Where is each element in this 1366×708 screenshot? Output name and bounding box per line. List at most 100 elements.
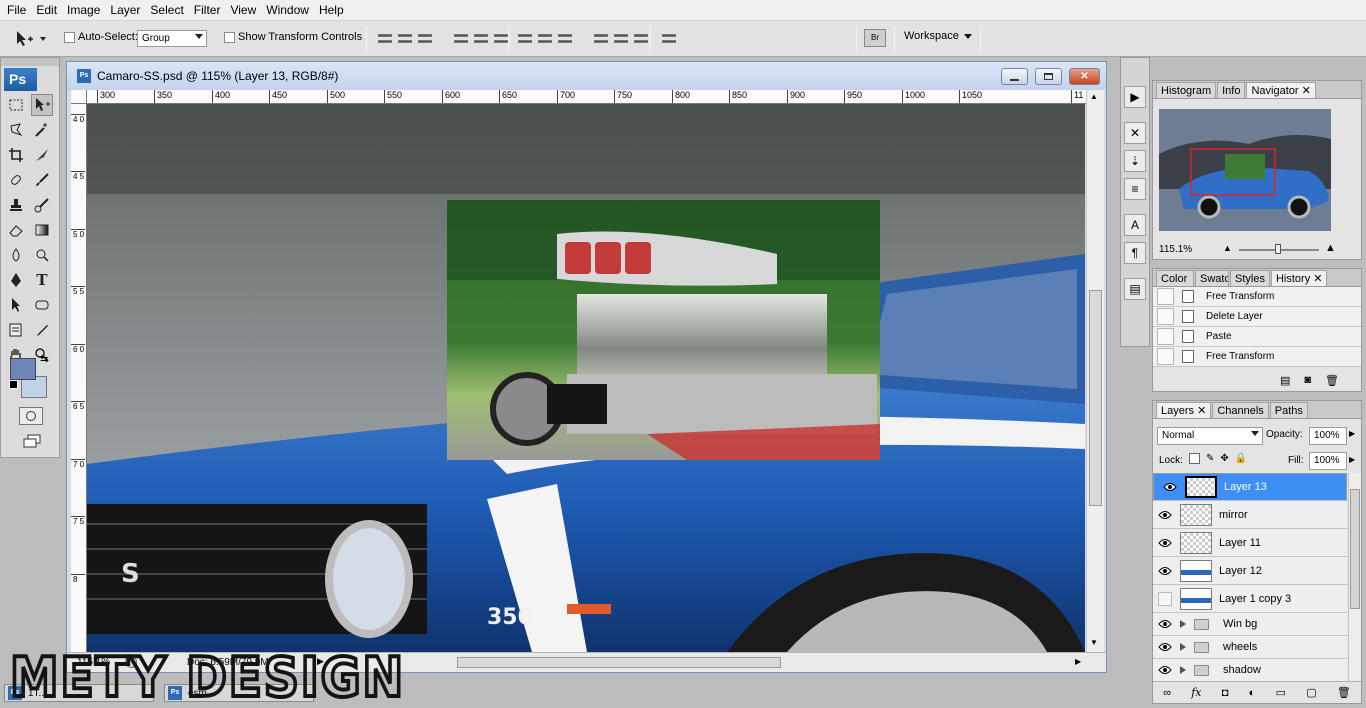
layer-name[interactable]: mirror (1219, 509, 1248, 521)
align-top-icon[interactable] (378, 31, 392, 45)
quick-mask-icon[interactable] (19, 407, 43, 425)
close-icon[interactable]: ✕ (1313, 273, 1322, 285)
align-left-icon[interactable] (454, 31, 468, 45)
eye-icon[interactable] (1156, 534, 1174, 552)
menu-edit[interactable]: Edit (31, 0, 62, 21)
swap-colors-icon[interactable]: ⇆ (40, 354, 48, 365)
history-item[interactable]: Free Transform (1153, 287, 1361, 307)
workspace-menu[interactable]: Workspace (904, 30, 972, 42)
blend-mode-dropdown[interactable]: Normal (1157, 427, 1263, 445)
expand-triangle-icon[interactable] (1180, 620, 1186, 628)
menu-file[interactable]: File (2, 0, 31, 21)
auto-select-dropdown[interactable]: Group (137, 30, 207, 47)
link-layers-icon[interactable]: ∞ (1163, 687, 1171, 699)
eye-icon[interactable] (1156, 638, 1174, 656)
show-transform-checkbox[interactable] (224, 32, 235, 43)
layer-name[interactable]: Layer 13 (1224, 480, 1267, 495)
move-tool-icon[interactable] (31, 94, 53, 116)
menu-select[interactable]: Select (145, 0, 188, 21)
layer-group-wheels[interactable]: wheels (1153, 636, 1347, 659)
scroll-up-icon[interactable]: ▲ (1090, 92, 1098, 101)
history-brush-source-box[interactable] (1157, 288, 1174, 305)
notes-panel-icon[interactable]: ▤ (1124, 278, 1146, 300)
ruler-origin[interactable] (71, 90, 87, 104)
add-mask-icon[interactable]: ◘ (1222, 687, 1229, 699)
zoom-in-icon[interactable]: ▲ (1325, 242, 1336, 254)
horizontal-scroll-thumb[interactable] (457, 657, 781, 668)
group-name[interactable]: Win bg (1223, 618, 1257, 630)
eyedropper-tool-icon[interactable] (31, 319, 53, 341)
tab-histogram[interactable]: Histogram (1156, 82, 1217, 98)
tool-preset-picker[interactable] (14, 29, 52, 49)
bridge-icon[interactable]: Br (864, 29, 886, 47)
layer-name[interactable]: Layer 12 (1219, 565, 1262, 577)
distribute-top-icon[interactable] (518, 31, 532, 45)
slice-tool-icon[interactable] (31, 144, 53, 166)
distribute-vcenter-icon[interactable] (538, 31, 552, 45)
healing-brush-tool-icon[interactable] (5, 169, 27, 191)
new-layer-icon[interactable]: ▢ (1306, 686, 1316, 699)
navigator-zoom-value[interactable]: 115.1% (1159, 244, 1192, 255)
align-vcenter-icon[interactable] (398, 31, 412, 45)
menu-layer[interactable]: Layer (105, 0, 145, 21)
history-brush-tool-icon[interactable] (31, 194, 53, 216)
lock-all-icon[interactable]: 🔒 (1235, 453, 1247, 464)
eye-icon[interactable] (1156, 506, 1174, 524)
distribute-hcenter-icon[interactable] (614, 31, 628, 45)
magic-wand-tool-icon[interactable] (31, 119, 53, 141)
layers-scroll-thumb[interactable] (1350, 489, 1360, 609)
distribute-right-icon[interactable] (634, 31, 648, 45)
menu-window[interactable]: Window (261, 0, 314, 21)
align-bottom-icon[interactable] (418, 31, 432, 45)
image-canvas[interactable]: S 350 (87, 104, 1085, 652)
tab-styles[interactable]: Styles (1230, 270, 1270, 286)
align-right-icon[interactable] (494, 31, 508, 45)
navigator-preview[interactable] (1159, 109, 1331, 231)
layer-group-shadow[interactable]: shadow (1153, 659, 1347, 681)
history-item[interactable]: Delete Layer (1153, 307, 1361, 327)
character-panel-icon[interactable]: A (1124, 214, 1146, 236)
layer-row-layer-13[interactable]: Layer 13 (1153, 473, 1347, 501)
close-icon[interactable]: ✕ (1197, 405, 1206, 417)
eye-icon[interactable] (1156, 661, 1174, 679)
history-brush-source-box[interactable] (1157, 308, 1174, 325)
default-colors-icon[interactable] (9, 380, 18, 389)
scroll-right-icon[interactable]: ▶ (1075, 657, 1081, 666)
shape-tool-icon[interactable] (31, 294, 53, 316)
hidden-eye-box[interactable] (1156, 590, 1174, 608)
layer-row-layer-11[interactable]: Layer 11 (1153, 529, 1347, 557)
layer-row-layer-12[interactable]: Layer 12 (1153, 557, 1347, 585)
auto-select-checkbox[interactable] (64, 32, 75, 43)
layer-row-mirror[interactable]: mirror (1153, 501, 1347, 529)
lock-transparency-icon[interactable] (1189, 453, 1200, 464)
fill-input[interactable]: 100% (1309, 452, 1347, 470)
scroll-thumb[interactable] (1089, 290, 1102, 506)
minimize-button[interactable] (1001, 68, 1028, 85)
pen-tool-icon[interactable] (5, 269, 27, 291)
layers-scrollbar[interactable] (1348, 473, 1361, 681)
distribute-bottom-icon[interactable] (558, 31, 572, 45)
marquee-tool-icon[interactable] (5, 94, 27, 116)
zoom-out-icon[interactable]: ▲ (1223, 243, 1232, 253)
history-item[interactable]: Free Transform (1153, 347, 1361, 367)
panel-grip[interactable] (1, 58, 59, 66)
screen-mode-icon[interactable] (19, 432, 45, 450)
tab-swatches[interactable]: Swatc (1195, 270, 1229, 286)
history-brush-source-box[interactable] (1157, 348, 1174, 365)
fill-slider-arrow-icon[interactable]: ▶ (1349, 455, 1355, 464)
eye-icon[interactable] (1161, 478, 1179, 496)
menu-image[interactable]: Image (62, 0, 105, 21)
history-item[interactable]: Paste (1153, 327, 1361, 347)
path-selection-tool-icon[interactable] (5, 294, 27, 316)
brush-tool-icon[interactable] (31, 169, 53, 191)
new-document-from-state-icon[interactable]: ▤ (1280, 374, 1290, 387)
maximize-button[interactable] (1035, 68, 1062, 85)
align-hcenter-icon[interactable] (474, 31, 488, 45)
tab-navigator[interactable]: Navigator ✕ (1246, 82, 1316, 98)
close-button[interactable]: ✕ (1069, 68, 1100, 85)
tab-info[interactable]: Info (1217, 82, 1246, 98)
eye-icon[interactable] (1156, 615, 1174, 633)
tab-channels[interactable]: Channels (1212, 402, 1269, 418)
tool-presets-panel-icon[interactable]: ✕ (1124, 122, 1146, 144)
history-brush-source-box[interactable] (1157, 328, 1174, 345)
